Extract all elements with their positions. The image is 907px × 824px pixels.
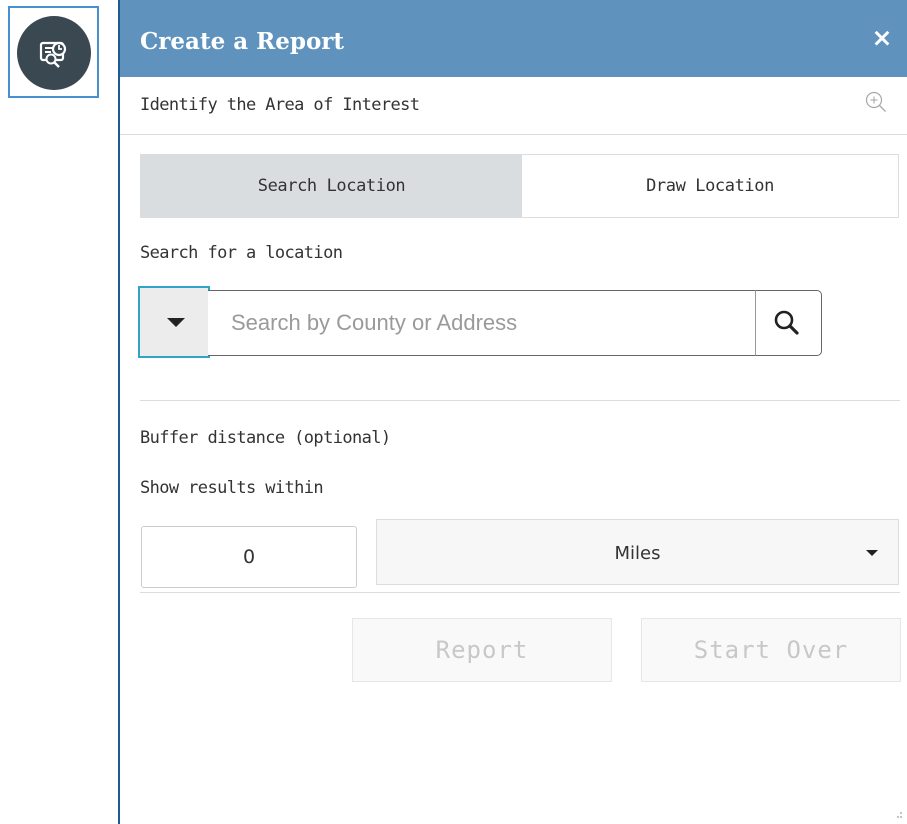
search-source-dropdown[interactable] [138, 286, 210, 358]
search-input[interactable] [208, 290, 756, 356]
area-of-interest-header: Identify the Area of Interest [120, 77, 907, 135]
close-button[interactable]: × [869, 25, 895, 51]
report-button[interactable]: Report [352, 618, 612, 682]
buffer-unit-select[interactable]: Miles [376, 519, 899, 585]
chevron-down-icon [866, 550, 878, 556]
location-mode-tabs: Search Location Draw Location [140, 154, 899, 218]
search-bar [138, 286, 824, 358]
zoom-in-icon[interactable] [865, 91, 887, 113]
buffer-distance-input[interactable] [141, 526, 357, 588]
area-of-interest-label: Identify the Area of Interest [140, 95, 420, 115]
panel-titlebar: Create a Report × [120, 0, 907, 77]
buffer-distance-heading: Buffer distance (optional) [140, 428, 391, 448]
buffer-unit-value: Miles [614, 543, 661, 564]
caret-down-icon [167, 318, 185, 327]
report-launcher-button[interactable] [17, 16, 91, 90]
tab-draw-location[interactable]: Draw Location [522, 155, 898, 217]
search-icon [774, 310, 799, 335]
report-icon [39, 41, 67, 68]
search-button[interactable] [756, 290, 822, 356]
resize-grip-icon[interactable] [893, 810, 903, 820]
report-widget-launcher[interactable] [8, 6, 99, 98]
section-divider [140, 400, 900, 401]
show-results-label: Show results within [140, 478, 324, 498]
search-location-label: Search for a location [140, 243, 343, 263]
start-over-button[interactable]: Start Over [641, 618, 901, 682]
actions-divider [140, 592, 900, 593]
create-report-panel: Create a Report × Identify the Area of I… [118, 0, 907, 824]
tab-search-location[interactable]: Search Location [141, 155, 522, 217]
panel-title: Create a Report [140, 28, 345, 55]
